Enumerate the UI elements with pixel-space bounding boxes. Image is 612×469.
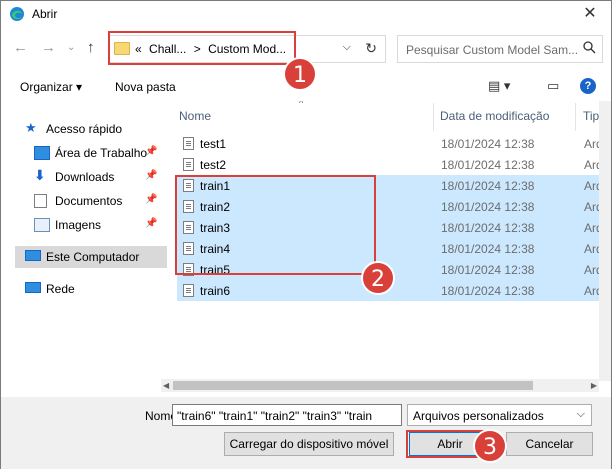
title-bar: Abrir ✕ (1, 1, 611, 27)
scroll-left-icon[interactable]: ◀ (163, 379, 169, 392)
file-date: 18/01/2024 12:38 (441, 200, 535, 214)
preview-pane-icon[interactable]: ▭ (547, 78, 559, 94)
refresh-icon[interactable]: ↻ (365, 40, 377, 57)
scroll-right-icon[interactable]: ▶ (591, 379, 597, 392)
file-date: 18/01/2024 12:38 (441, 284, 535, 298)
file-name-input[interactable]: "train6" "train1" "train2" "train3" "tra… (172, 404, 402, 426)
documents-icon (34, 194, 47, 208)
search-icon (583, 41, 596, 54)
file-icon (183, 284, 194, 297)
back-arrow-icon[interactable]: ← (13, 39, 28, 56)
pin-icon: 📌 (145, 194, 158, 205)
bottom-panel: Nome: "train6" "train1" "train2" "train3… (1, 397, 611, 469)
close-button[interactable]: ✕ (575, 2, 605, 26)
file-name-value: "train6" "train1" "train2" "train3" "tra… (177, 409, 373, 423)
column-divider[interactable] (575, 103, 576, 131)
sidebar-item-label: Downloads (55, 170, 115, 184)
column-divider[interactable] (433, 103, 434, 131)
sidebar-item-network[interactable]: Rede (1, 278, 167, 300)
network-icon (25, 282, 41, 293)
open-file-dialog: Abrir ✕ ← → ⌄ ↑ « Chall... > Custom Mod.… (0, 0, 612, 469)
sidebar-item-pictures[interactable]: Imagens 📌 (1, 214, 167, 236)
pictures-icon (34, 218, 50, 232)
address-dropdown-chevron-icon[interactable]: ⌵ (343, 41, 351, 54)
upload-from-mobile-button[interactable]: Carregar do dispositivo móvel (224, 432, 394, 456)
file-date: 18/01/2024 12:38 (441, 179, 535, 193)
up-arrow-icon[interactable]: ↑ (87, 39, 95, 56)
pin-icon: 📌 (145, 218, 158, 229)
help-icon[interactable]: ? (580, 78, 596, 94)
desktop-icon (34, 146, 50, 160)
search-box[interactable]: Pesquisar Custom Model Sam... (397, 35, 603, 63)
window-title: Abrir (32, 7, 58, 21)
file-type-value: Arquivos personalizados (413, 409, 544, 423)
file-row[interactable]: test1 18/01/2024 12:38 Arqu (177, 133, 611, 154)
file-row[interactable]: test2 18/01/2024 12:38 Arqu (177, 154, 611, 175)
callout-2: 2 (361, 261, 395, 295)
sidebar-item-label: Este Computador (46, 250, 140, 264)
highlight-address-bar (108, 31, 296, 65)
star-icon: ★ (25, 120, 37, 135)
vertical-scrollbar[interactable] (599, 101, 611, 381)
file-icon (183, 158, 194, 171)
file-date: 18/01/2024 12:38 (441, 158, 535, 172)
sidebar-item-label: Documentos (55, 194, 123, 208)
scrollbar-thumb[interactable] (173, 381, 533, 390)
recent-locations-chevron-icon[interactable]: ⌄ (67, 42, 75, 53)
file-date: 18/01/2024 12:38 (441, 263, 535, 277)
sidebar-item-label: Imagens (55, 218, 102, 232)
callout-3: 3 (473, 429, 507, 463)
sort-ascending-icon: ^ (299, 101, 304, 108)
pin-icon: 📌 (145, 146, 158, 157)
command-toolbar: Organizar ▾ Nova pasta ▤ ▾ ▭ ? (1, 75, 611, 99)
sidebar-item-quick-access[interactable]: ★ Acesso rápido (1, 118, 167, 140)
sidebar-item-downloads[interactable]: ⬇ Downloads 📌 (1, 166, 167, 188)
organize-menu[interactable]: Organizar ▾ (20, 80, 82, 94)
file-name: test2 (200, 158, 227, 172)
file-icon (183, 137, 194, 150)
edge-icon (10, 7, 24, 21)
pin-icon: 📌 (145, 170, 158, 181)
sidebar-item-label: Rede (46, 282, 75, 296)
file-date: 18/01/2024 12:38 (441, 242, 535, 256)
download-arrow-icon: ⬇ (34, 167, 46, 183)
computer-icon (25, 250, 41, 261)
sidebar-item-label: Acesso rápido (46, 122, 123, 136)
file-date: 18/01/2024 12:38 (441, 221, 535, 235)
sidebar-item-documents[interactable]: Documentos 📌 (1, 190, 167, 212)
sidebar-item-this-pc[interactable]: Este Computador (15, 246, 167, 268)
navigation-pane: ★ Acesso rápido Área de Trabalho 📌 ⬇ Dow… (1, 101, 167, 397)
forward-arrow-icon[interactable]: → (41, 39, 56, 56)
sidebar-item-label: Área de Trabalho (55, 146, 148, 160)
sidebar-item-desktop[interactable]: Área de Trabalho 📌 (1, 142, 167, 164)
file-type-select[interactable]: Arquivos personalizados ⌵ (407, 404, 592, 426)
view-options-icon[interactable]: ▤ ▾ (488, 78, 510, 94)
highlight-train-files (175, 175, 376, 275)
file-name: test1 (200, 137, 227, 151)
file-name: train6 (200, 284, 231, 298)
cancel-button[interactable]: Cancelar (506, 432, 593, 456)
search-input[interactable]: Pesquisar Custom Model Sam... (406, 43, 586, 57)
new-folder-button[interactable]: Nova pasta (115, 80, 176, 94)
column-header-name[interactable]: Nome (179, 109, 211, 123)
file-date: 18/01/2024 12:38 (441, 137, 535, 151)
horizontal-scrollbar[interactable]: ◀ ▶ (161, 379, 599, 392)
column-header-date[interactable]: Data de modificação (440, 109, 549, 123)
chevron-down-icon: ⌵ (576, 408, 585, 420)
